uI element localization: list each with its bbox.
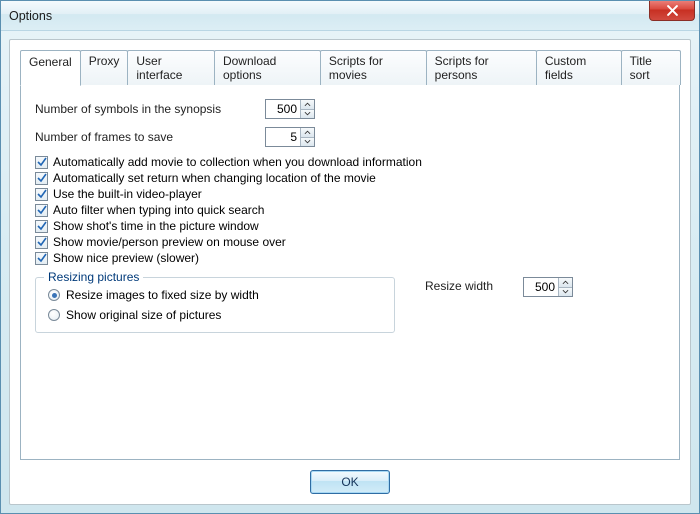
frames-spinner[interactable] (265, 127, 315, 147)
resize-width-spinner[interactable] (523, 277, 573, 297)
check-icon (37, 189, 47, 199)
resize-width-spin-buttons (558, 278, 572, 296)
window-title: Options (9, 9, 52, 23)
radio-fixed-width[interactable] (48, 289, 60, 301)
row-frames: Number of frames to save (35, 127, 665, 147)
radio-line-fixed: Resize images to fixed size by width (48, 288, 382, 302)
check-auto-add-movie-label: Automatically add movie to collection wh… (53, 155, 422, 169)
close-button[interactable] (649, 1, 695, 21)
check-auto-add-movie: Automatically add movie to collection wh… (35, 155, 665, 169)
row-synopsis: Number of symbols in the synopsis (35, 99, 665, 119)
checkbox-block: Automatically add movie to collection wh… (35, 155, 665, 265)
checkbox-nice-preview[interactable] (35, 252, 48, 265)
tab-scripts-movies-label: Scripts for movies (329, 54, 383, 82)
check-icon (37, 253, 47, 263)
check-icon (37, 157, 47, 167)
checkbox-auto-filter[interactable] (35, 204, 48, 217)
check-icon (37, 173, 47, 183)
synopsis-spin-buttons (300, 100, 314, 118)
check-show-preview-label: Show movie/person preview on mouse over (53, 235, 286, 249)
chevron-up-icon (304, 102, 311, 107)
frames-spin-buttons (300, 128, 314, 146)
chevron-down-icon (304, 139, 311, 144)
synopsis-label: Number of symbols in the synopsis (35, 102, 265, 116)
checkbox-auto-add-movie[interactable] (35, 156, 48, 169)
check-builtin-player-label: Use the built-in video-player (53, 187, 202, 201)
tab-scripts-persons-label: Scripts for persons (435, 54, 489, 82)
ok-button-label: OK (341, 475, 358, 489)
resize-width-step-down[interactable] (559, 288, 572, 297)
synopsis-spinner[interactable] (265, 99, 315, 119)
tab-custom-fields[interactable]: Custom fields (536, 50, 622, 85)
radio-line-original: Show original size of pictures (48, 308, 382, 322)
content-panel: General Proxy User interface Download op… (9, 39, 691, 505)
tab-general-label: General (29, 55, 72, 69)
tab-download-options-label: Download options (223, 54, 276, 82)
titlebar: Options (1, 1, 699, 31)
frames-label: Number of frames to save (35, 130, 265, 144)
tab-scripts-persons[interactable]: Scripts for persons (426, 50, 537, 85)
tab-general[interactable]: General (20, 50, 81, 86)
checkbox-builtin-player[interactable] (35, 188, 48, 201)
checkbox-show-preview[interactable] (35, 236, 48, 249)
resize-width-step-up[interactable] (559, 278, 572, 288)
options-window: Options General Proxy User interface Dow… (0, 0, 700, 514)
tab-user-interface[interactable]: User interface (127, 50, 215, 85)
resize-width-input[interactable] (524, 278, 558, 296)
chevron-up-icon (304, 130, 311, 135)
group-resizing-title: Resizing pictures (44, 270, 143, 284)
tab-proxy-label: Proxy (89, 54, 120, 68)
tab-title-sort-label: Title sort (630, 54, 652, 82)
footer: OK (20, 460, 680, 494)
tabs: General Proxy User interface Download op… (20, 50, 680, 460)
frames-step-up[interactable] (301, 128, 314, 138)
synopsis-input[interactable] (266, 100, 300, 118)
radio-original-size[interactable] (48, 309, 60, 321)
chevron-down-icon (562, 289, 569, 294)
check-show-preview: Show movie/person preview on mouse over (35, 235, 665, 249)
check-auto-set-return: Automatically set return when changing l… (35, 171, 665, 185)
synopsis-step-up[interactable] (301, 100, 314, 110)
radio-fixed-width-label: Resize images to fixed size by width (66, 288, 259, 302)
resize-width-label: Resize width (425, 279, 493, 293)
group-resizing-pictures: Resizing pictures Resize images to fixed… (35, 277, 395, 333)
frames-input[interactable] (266, 128, 300, 146)
ok-button[interactable]: OK (310, 470, 390, 494)
check-icon (37, 205, 47, 215)
check-auto-filter: Auto filter when typing into quick searc… (35, 203, 665, 217)
check-show-shot-time-label: Show shot's time in the picture window (53, 219, 259, 233)
resize-row: Resizing pictures Resize images to fixed… (35, 267, 665, 333)
radio-original-size-label: Show original size of pictures (66, 308, 221, 322)
tabstrip: General Proxy User interface Download op… (20, 50, 680, 85)
check-nice-preview: Show nice preview (slower) (35, 251, 665, 265)
tab-proxy[interactable]: Proxy (80, 50, 129, 85)
checkbox-auto-set-return[interactable] (35, 172, 48, 185)
tab-title-sort[interactable]: Title sort (621, 50, 681, 85)
check-icon (37, 237, 47, 247)
close-icon (667, 5, 678, 16)
chevron-up-icon (562, 280, 569, 285)
checkbox-show-shot-time[interactable] (35, 220, 48, 233)
tab-scripts-movies[interactable]: Scripts for movies (320, 50, 427, 85)
content-outer: General Proxy User interface Download op… (1, 31, 699, 513)
tab-user-interface-label: User interface (136, 54, 182, 82)
tab-download-options[interactable]: Download options (214, 50, 321, 85)
check-show-shot-time: Show shot's time in the picture window (35, 219, 665, 233)
check-icon (37, 221, 47, 231)
check-builtin-player: Use the built-in video-player (35, 187, 665, 201)
check-auto-filter-label: Auto filter when typing into quick searc… (53, 203, 264, 217)
synopsis-step-down[interactable] (301, 110, 314, 119)
check-nice-preview-label: Show nice preview (slower) (53, 251, 199, 265)
check-auto-set-return-label: Automatically set return when changing l… (53, 171, 376, 185)
tab-content-general: Number of symbols in the synopsis Number… (20, 84, 680, 460)
frames-step-down[interactable] (301, 138, 314, 147)
chevron-down-icon (304, 111, 311, 116)
tab-custom-fields-label: Custom fields (545, 54, 586, 82)
